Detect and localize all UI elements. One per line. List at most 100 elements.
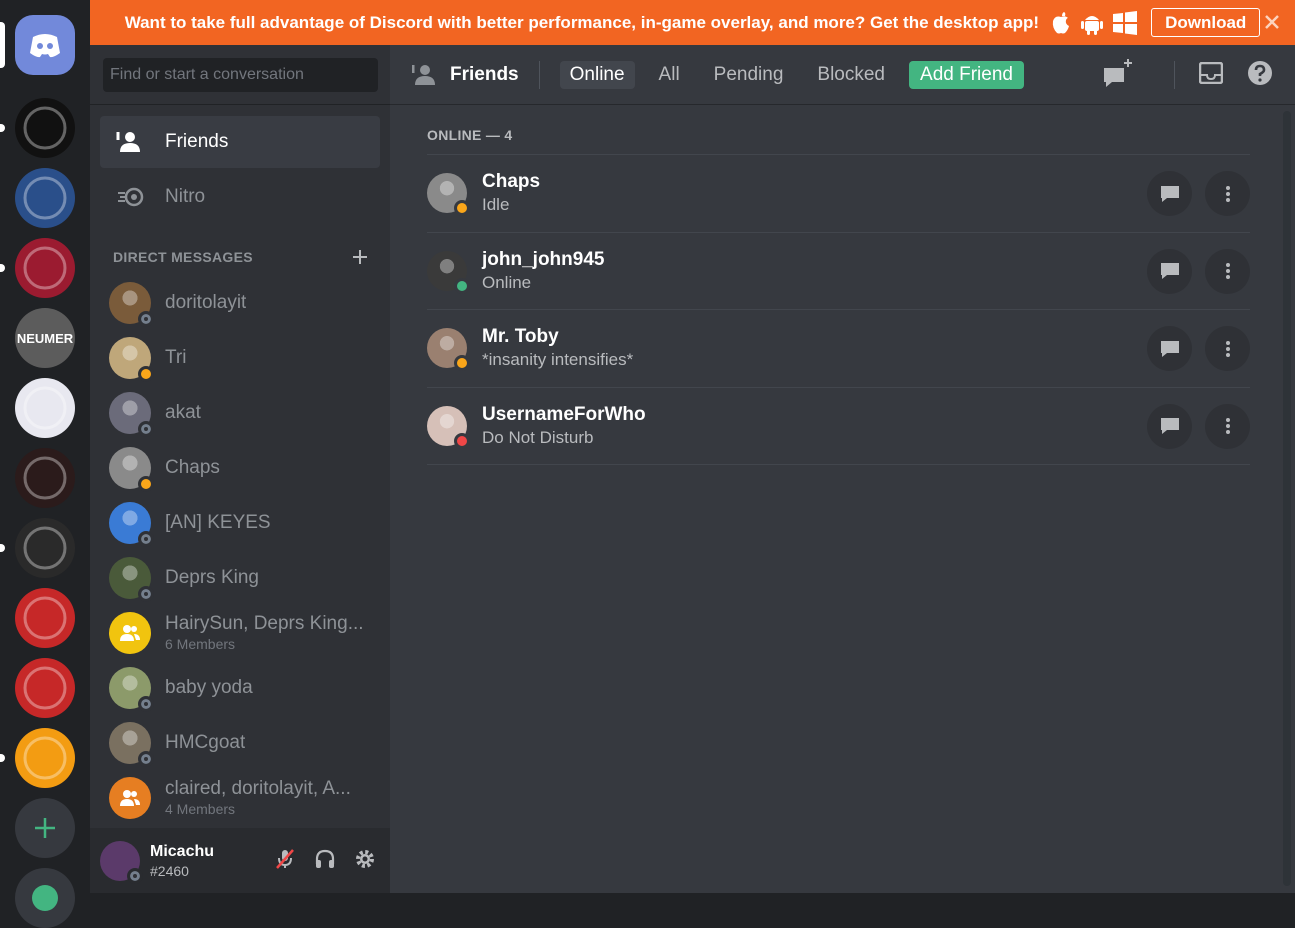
server-icon[interactable] xyxy=(15,448,75,508)
close-banner-icon[interactable] xyxy=(1263,13,1281,31)
help-icon[interactable] xyxy=(1247,60,1273,91)
dm-sidebar: Find or start a conversation Friends Nit… xyxy=(90,45,390,893)
server-icon[interactable]: NEUMER xyxy=(15,308,75,368)
inbox-icon[interactable] xyxy=(1198,61,1224,89)
avatar xyxy=(109,336,154,382)
friend-name: Mr. Toby xyxy=(482,326,559,348)
dm-item[interactable]: Chaps xyxy=(100,440,380,495)
server-icon[interactable] xyxy=(15,98,75,158)
dm-name: claired, doritolayit, A... xyxy=(165,778,351,799)
tab-pending[interactable]: Pending xyxy=(704,61,794,89)
friend-status: Do Not Disturb xyxy=(482,427,594,447)
user-panel: Micachu #2460 xyxy=(90,828,390,893)
unread-indicator xyxy=(0,544,5,552)
more-button[interactable] xyxy=(1205,326,1250,371)
status-indicator xyxy=(127,867,143,884)
message-button[interactable] xyxy=(1147,248,1192,294)
page-title: Friends xyxy=(412,64,519,86)
friend-row[interactable]: UsernameForWho Do Not Disturb xyxy=(427,388,1250,465)
search-input[interactable]: Find or start a conversation xyxy=(103,58,378,92)
dm-item[interactable]: akat xyxy=(100,385,380,440)
server-icon[interactable] xyxy=(15,378,75,438)
dm-item[interactable]: Tri xyxy=(100,330,380,385)
mute-mic-icon[interactable] xyxy=(274,848,296,870)
more-button[interactable] xyxy=(1205,171,1250,216)
more-button[interactable] xyxy=(1205,403,1250,449)
server-icon[interactable] xyxy=(15,168,75,228)
server-icon[interactable] xyxy=(15,728,75,788)
server-label: NEUMER xyxy=(16,330,74,346)
headphones-icon[interactable] xyxy=(314,848,336,870)
dm-item[interactable]: doritolayit xyxy=(100,275,380,330)
server-icon[interactable] xyxy=(15,588,75,648)
friend-row[interactable]: Chaps Idle xyxy=(427,155,1250,233)
nav-nitro[interactable]: Nitro xyxy=(100,171,380,223)
add-friend-button[interactable]: Add Friend xyxy=(909,60,1024,89)
dm-item[interactable]: HairySun, Deprs King... 6 Members xyxy=(100,605,380,660)
android-icon xyxy=(1081,15,1104,35)
friend-status: Idle xyxy=(482,195,510,215)
server-icon[interactable] xyxy=(15,518,75,578)
member-count: 4 Members xyxy=(165,801,236,817)
home-button[interactable] xyxy=(15,15,75,75)
more-vertical-icon xyxy=(1225,418,1230,434)
dm-name: HMCgoat xyxy=(165,731,246,753)
dm-item[interactable]: HMCgoat xyxy=(100,715,380,770)
status-indicator xyxy=(138,420,154,437)
avatar[interactable] xyxy=(100,840,143,884)
status-indicator xyxy=(454,355,470,372)
tab-blocked[interactable]: Blocked xyxy=(807,61,895,89)
server-icon[interactable] xyxy=(15,658,75,718)
unread-indicator xyxy=(0,754,5,762)
dm-item[interactable]: Deprs King xyxy=(100,550,380,605)
nav-friends[interactable]: Friends xyxy=(100,116,380,168)
status-indicator xyxy=(454,432,470,449)
banner-message: Want to take full advantage of Discord w… xyxy=(124,12,1040,32)
new-group-dm-icon[interactable] xyxy=(1102,58,1134,93)
more-button[interactable] xyxy=(1205,248,1250,294)
add-server-button[interactable] xyxy=(15,798,75,858)
friend-row[interactable]: john_john945 Online xyxy=(427,233,1250,310)
dm-item[interactable]: baby yoda xyxy=(100,660,380,715)
online-count-header: ONLINE — 4 xyxy=(427,127,1250,155)
download-banner: Want to take full advantage of Discord w… xyxy=(90,0,1295,45)
dm-item[interactable]: [AN] KEYES xyxy=(100,495,380,550)
status-indicator xyxy=(138,310,154,327)
friend-status: *insanity intensifies* xyxy=(482,350,634,370)
user-tag: #2460 xyxy=(150,862,189,879)
dm-item[interactable]: claired, doritolayit, A... 4 Members xyxy=(100,770,380,825)
group-icon xyxy=(120,624,140,641)
friends-icon xyxy=(412,64,435,85)
status-indicator xyxy=(138,750,154,767)
explore-servers-button[interactable] xyxy=(15,868,75,928)
scrollbar[interactable] xyxy=(1283,111,1291,886)
avatar xyxy=(109,446,154,492)
divider xyxy=(538,60,540,89)
member-count: 6 Members xyxy=(165,636,236,652)
username: Micachu xyxy=(150,842,215,860)
message-button[interactable] xyxy=(1147,326,1192,371)
message-button[interactable] xyxy=(1147,171,1192,216)
avatar xyxy=(427,328,470,372)
tab-online[interactable]: Online xyxy=(559,60,635,89)
status-indicator xyxy=(454,277,470,294)
more-vertical-icon xyxy=(1225,185,1230,202)
create-dm-icon[interactable] xyxy=(352,249,368,265)
status-indicator xyxy=(138,530,154,547)
friends-icon xyxy=(115,126,147,158)
server-rail: NEUMER xyxy=(0,0,90,928)
settings-gear-icon[interactable] xyxy=(354,848,376,870)
avatar xyxy=(109,666,154,712)
windows-icon xyxy=(1113,10,1138,35)
more-vertical-icon xyxy=(1225,340,1230,357)
nitro-icon xyxy=(115,181,147,213)
dm-name: Chaps xyxy=(165,456,220,478)
friend-row[interactable]: Mr. Toby *insanity intensifies* xyxy=(427,310,1250,388)
server-icon[interactable] xyxy=(15,238,75,298)
message-button[interactable] xyxy=(1147,403,1192,449)
download-button[interactable]: Download xyxy=(1151,8,1261,37)
dm-list: doritolayit Tri akat Chaps [AN] KEYES Deprs K… xyxy=(100,275,380,825)
main-panel: Friends Online All Pending Blocked Add F… xyxy=(390,45,1295,893)
avatar xyxy=(109,391,154,437)
tab-all[interactable]: All xyxy=(649,61,690,89)
